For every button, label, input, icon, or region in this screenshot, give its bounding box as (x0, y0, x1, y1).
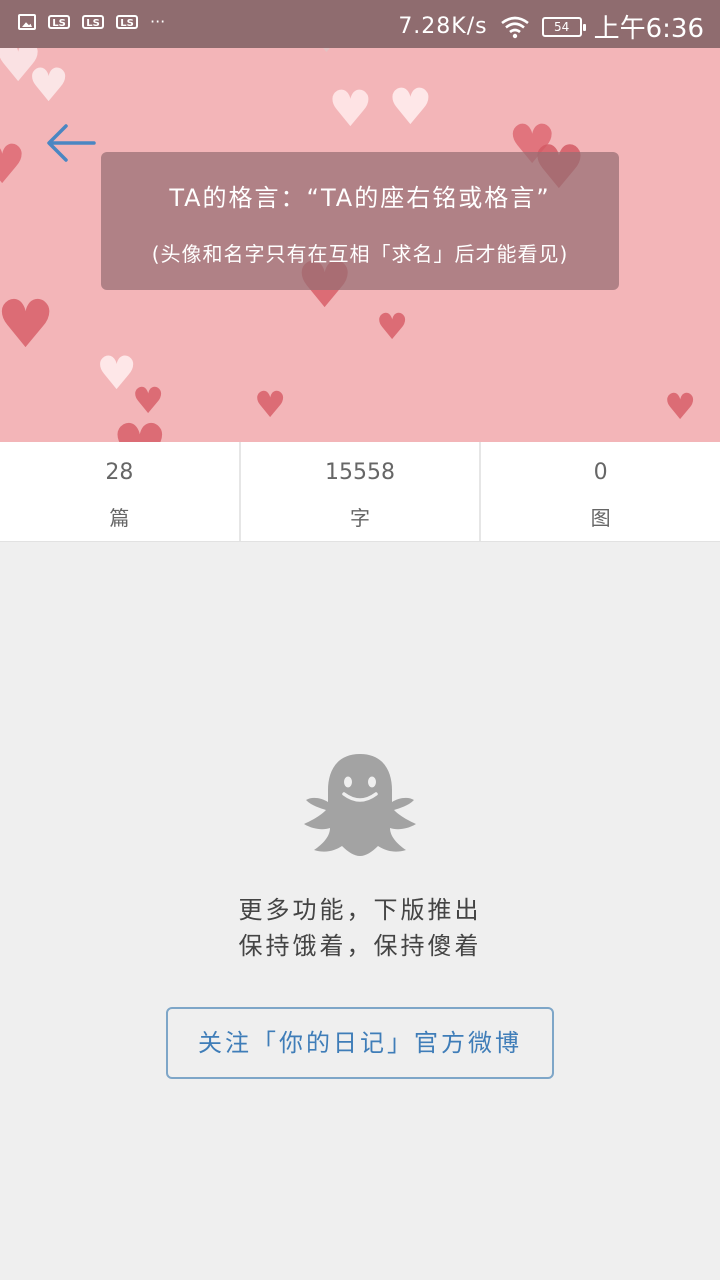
heart-decoration-icon: ♥ (0, 133, 27, 196)
stat-words: 15558 字 (241, 442, 482, 541)
stat-label: 篇 (109, 506, 130, 530)
ghost-icon (300, 750, 420, 862)
stat-label: 图 (590, 506, 611, 530)
follow-weibo-button[interactable]: 关注「你的日记」官方微博 (166, 1007, 554, 1079)
heart-decoration-icon: ♥ (230, 48, 295, 56)
notification-icon: LS (116, 15, 138, 29)
back-button[interactable] (42, 118, 102, 168)
motto-text: TA的格言：“TA的座右铭或格言” (169, 184, 551, 212)
stat-images: 0 图 (481, 442, 720, 541)
heart-decoration-icon: ♥ (388, 78, 433, 136)
empty-message-line1: 更多功能，下版推出 (238, 896, 482, 924)
heart-decoration-icon: ♥ (28, 58, 70, 112)
more-notifications-icon: ··· (150, 12, 166, 31)
motto-card: TA的格言：“TA的座右铭或格言” (头像和名字只有在互相「求名」后才能看见) (101, 152, 619, 290)
clock: 上午6:36 (593, 14, 704, 44)
notification-icon: LS (82, 15, 104, 29)
empty-message-line2: 保持饿着，保持傻着 (238, 932, 482, 960)
wifi-icon (500, 15, 530, 39)
stat-posts: 28 篇 (0, 442, 241, 541)
network-speed: 7.28K/s (398, 14, 488, 39)
stat-value: 0 (593, 460, 608, 485)
image-notification-icon (18, 14, 36, 30)
heart-decoration-icon: ♥ (112, 416, 168, 443)
heart-decoration-icon: ♥ (664, 387, 697, 428)
heart-decoration-icon: ♥ (0, 286, 56, 363)
stat-value: 28 (105, 460, 134, 485)
heart-decoration-icon: ♥ (254, 385, 287, 426)
heart-decoration-icon: ♥ (305, 48, 348, 60)
status-bar: LS LS LS ··· 7.28K/s 54 上午6:36 (0, 0, 720, 48)
profile-header: ♥ ♥ ♥ ♥ ♥ ♥ ♥ ♥ ♥ ♥ ♥ ♥ ♥ ♥ ♥ ♥ ♥ ♥ TA的格… (0, 48, 720, 442)
stats-bar: 28 篇 15558 字 0 图 (0, 442, 720, 542)
notification-icon: LS (48, 15, 70, 29)
stat-label: 字 (350, 506, 370, 530)
heart-decoration-icon: ♥ (328, 80, 373, 138)
heart-decoration-icon: ♥ (376, 307, 409, 348)
stat-value: 15558 (325, 460, 395, 485)
back-arrow-icon (47, 124, 96, 162)
motto-note: (头像和名字只有在互相「求名」后才能看见) (151, 242, 569, 266)
battery-icon: 54 (541, 16, 586, 37)
